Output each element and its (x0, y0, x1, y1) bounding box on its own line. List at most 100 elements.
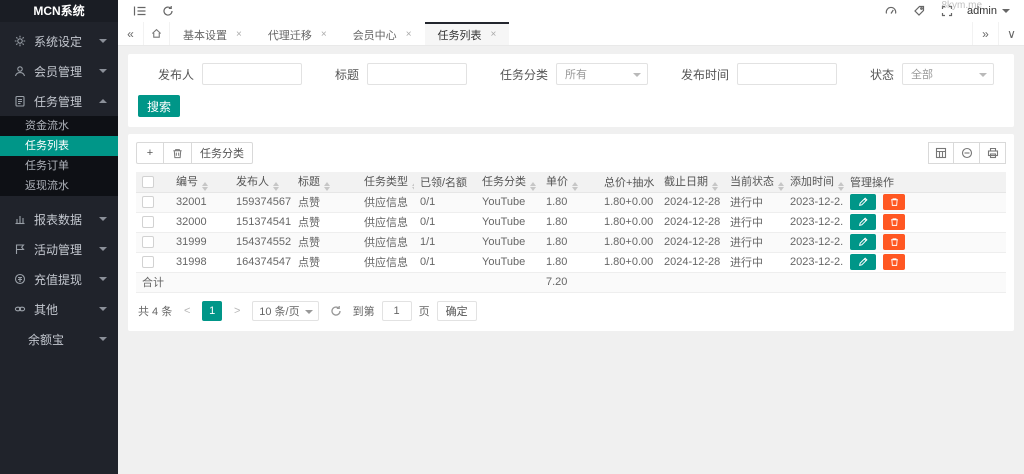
column-header[interactable]: 单价 (540, 172, 598, 192)
link-icon (13, 303, 26, 316)
sort-icon[interactable] (412, 182, 414, 191)
edit-button[interactable] (850, 254, 876, 270)
column-header[interactable]: 编号 (170, 172, 230, 192)
column-header[interactable]: 发布人 (230, 172, 292, 192)
tabs-menu-icon[interactable]: ∨ (998, 22, 1024, 45)
tab-task-list[interactable]: 任务列表 × (425, 22, 510, 45)
column-header[interactable]: 任务分类 (476, 172, 540, 192)
sidebar-item-report-data[interactable]: 报表数据 (0, 204, 118, 234)
column-header[interactable]: 添加时间 (784, 172, 844, 192)
sort-icon[interactable] (202, 182, 208, 191)
sidebar-item-recharge-withdraw[interactable]: 充值提现 (0, 264, 118, 294)
delete-button[interactable] (883, 234, 905, 250)
pagination: 共 4 条 < 1 > 10 条/页 到第 页 确定 (136, 301, 1006, 323)
tab-agent-migration[interactable]: 代理迁移 × (255, 22, 340, 45)
publisher-input[interactable] (202, 63, 302, 85)
sort-icon[interactable] (530, 182, 536, 191)
collapse-sidebar-icon[interactable] (126, 0, 154, 22)
pencil-icon (858, 237, 868, 247)
sort-icon[interactable] (838, 182, 844, 191)
sort-icon[interactable] (273, 182, 279, 191)
trash-icon (890, 257, 899, 267)
column-header[interactable]: 标题 (292, 172, 358, 192)
goto-confirm-button[interactable]: 确定 (437, 301, 477, 321)
task-management-submenu: 资金流水 任务列表 任务订单 返现流水 (0, 116, 118, 196)
sort-icon[interactable] (778, 182, 784, 191)
close-icon[interactable]: × (491, 29, 497, 40)
sort-icon[interactable] (712, 182, 718, 191)
delete-selected-button[interactable] (164, 142, 192, 164)
close-icon[interactable]: × (406, 29, 412, 40)
tab-member-center[interactable]: 会员中心 × (340, 22, 425, 45)
sidebar-item-yuebao[interactable]: 余额宝 (0, 324, 118, 354)
edit-button[interactable] (850, 214, 876, 230)
page-unit-label: 页 (419, 303, 430, 319)
prev-page-button[interactable]: < (179, 301, 195, 321)
cell-category: YouTube (476, 212, 540, 232)
row-checkbox[interactable] (142, 196, 154, 208)
refresh-table-icon[interactable] (326, 301, 346, 321)
column-header[interactable]: 截止日期 (658, 172, 724, 192)
row-checkbox[interactable] (142, 216, 154, 228)
task-category-button[interactable]: 任务分类 (192, 142, 253, 164)
tabs-scroll-right-icon[interactable]: » (972, 22, 998, 45)
table-row: 31999154374552...点赞供应信息1/1YouTube1.801.8… (136, 232, 1006, 252)
cell-quota: 0/1 (414, 212, 476, 232)
sidebar-item-member-management[interactable]: 会员管理 (0, 56, 118, 86)
theme-tag-icon[interactable] (905, 0, 933, 22)
column-header[interactable]: 当前状态 (724, 172, 784, 192)
sidebar-item-fund-flow[interactable]: 资金流水 (0, 116, 118, 136)
add-button[interactable]: + (136, 142, 164, 164)
edit-button[interactable] (850, 194, 876, 210)
cell-title: 点赞 (292, 212, 358, 232)
sidebar-item-system-settings[interactable]: 系统设定 (0, 26, 118, 56)
sort-icon[interactable] (572, 182, 578, 191)
status-select[interactable]: 全部 (902, 63, 994, 85)
edit-button[interactable] (850, 234, 876, 250)
tabs-scroll-left-icon[interactable]: « (118, 22, 144, 45)
speed-icon[interactable] (877, 0, 905, 22)
close-icon[interactable]: × (236, 29, 242, 40)
export-icon[interactable] (954, 142, 980, 164)
column-header[interactable]: 任务类型 (358, 172, 414, 192)
close-icon[interactable]: × (321, 29, 327, 40)
category-select[interactable]: 所有 (556, 63, 648, 85)
refresh-icon[interactable] (154, 0, 182, 22)
sidebar-item-task-management[interactable]: 任务管理 (0, 86, 118, 116)
sort-icon[interactable] (324, 182, 330, 191)
sidebar-item-task-orders[interactable]: 任务订单 (0, 156, 118, 176)
goto-page-input[interactable] (382, 301, 412, 321)
sidebar-item-other[interactable]: 其他 (0, 294, 118, 324)
cell-price: 1.80 (540, 192, 598, 212)
filter-columns-icon[interactable] (928, 142, 954, 164)
per-page-select[interactable]: 10 条/页 (252, 301, 318, 321)
sidebar-item-cashback-flow[interactable]: 返现流水 (0, 176, 118, 196)
column-header: 管理操作 (844, 172, 1006, 192)
fullscreen-icon[interactable] (933, 0, 961, 22)
app-title: MCN系统 (0, 0, 118, 22)
delete-button[interactable] (883, 214, 905, 230)
sidebar-item-task-list[interactable]: 任务列表 (0, 136, 118, 156)
title-input[interactable] (367, 63, 467, 85)
search-button[interactable]: 搜索 (138, 95, 180, 117)
publish-time-label: 发布时间 (681, 66, 729, 83)
cell-total: 1.80+0.00 (598, 192, 658, 212)
user-menu[interactable]: admin (967, 5, 1010, 17)
sidebar-item-activity-management[interactable]: 活动管理 (0, 234, 118, 264)
status-select-value: 全部 (911, 66, 933, 82)
select-all-checkbox[interactable] (142, 176, 154, 188)
delete-button[interactable] (883, 194, 905, 210)
delete-button[interactable] (883, 254, 905, 270)
chevron-up-icon (99, 99, 107, 103)
filter-category: 任务分类 所有 (500, 63, 648, 85)
row-checkbox[interactable] (142, 256, 154, 268)
publish-time-input[interactable] (737, 63, 837, 85)
next-page-button[interactable]: > (229, 301, 245, 321)
cell-status: 进行中 (724, 252, 784, 272)
home-tab-icon[interactable] (144, 22, 170, 45)
tab-basic-settings[interactable]: 基本设置 × (170, 22, 255, 45)
print-icon[interactable] (980, 142, 1006, 164)
current-page[interactable]: 1 (202, 301, 222, 321)
select-all-header (136, 172, 170, 192)
row-checkbox[interactable] (142, 236, 154, 248)
